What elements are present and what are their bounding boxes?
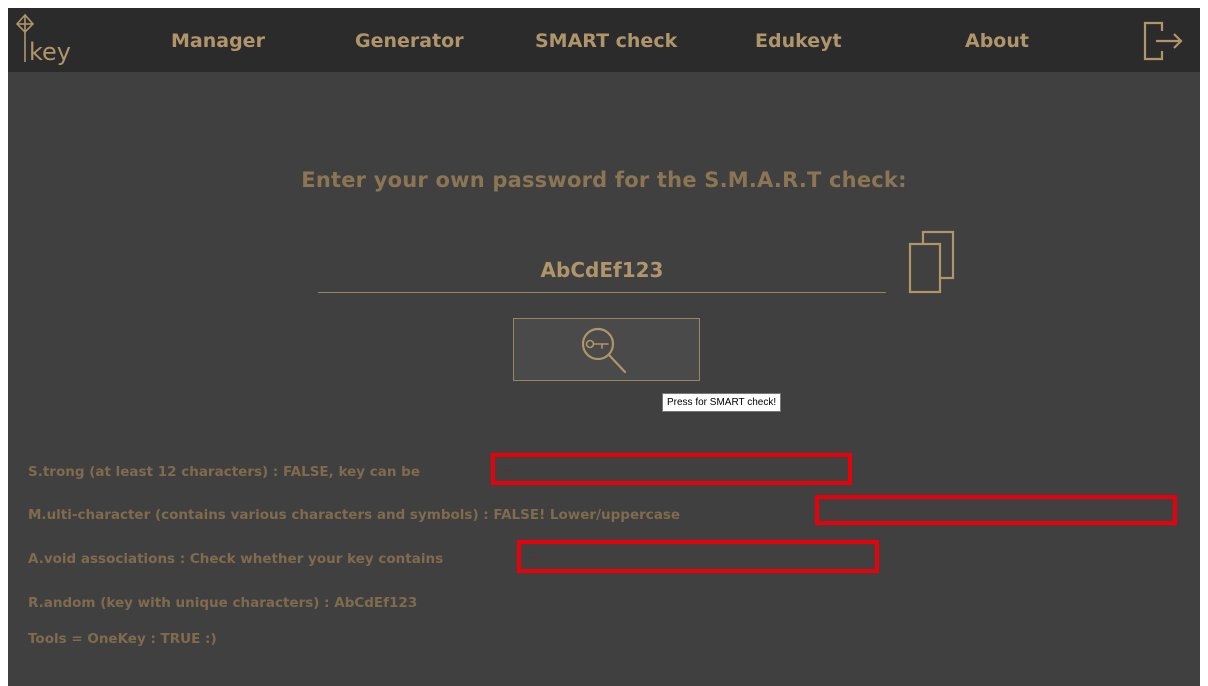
result-random: R.andom (key with unique characters) : A… — [28, 595, 418, 611]
result-avoid-associations: A.void associations : Check whether your… — [28, 551, 444, 567]
redacted-box: ... — [517, 540, 879, 573]
result-strong: S.trong (at least 12 characters) : FALSE… — [28, 464, 420, 480]
password-input[interactable]: AbCdEf123 — [318, 252, 886, 293]
redacted-placeholder: ... — [827, 505, 837, 516]
result-tools: Tools = OneKey : TRUE :) — [28, 631, 217, 647]
nav-smart-check[interactable]: SMART check — [535, 30, 677, 52]
key-logo-icon[interactable]: key — [12, 10, 92, 70]
redacted-box: ... — [815, 495, 1177, 525]
redacted-box: ... — [491, 453, 852, 485]
nav-manager[interactable]: Manager — [171, 30, 265, 52]
logout-icon[interactable] — [1142, 20, 1188, 62]
password-prompt: Enter your own password for the S.M.A.R.… — [301, 168, 907, 192]
nav-about[interactable]: About — [965, 30, 1029, 52]
redacted-placeholder: ... — [503, 463, 513, 474]
app-window: key Manager Generator SMART check Edukey… — [8, 8, 1200, 686]
redacted-placeholder: ... — [529, 550, 539, 561]
smart-check-button[interactable] — [513, 318, 700, 381]
magnifier-key-icon — [581, 327, 627, 374]
navbar: key Manager Generator SMART check Edukey… — [8, 8, 1200, 72]
nav-edukeyt[interactable]: Edukeyt — [755, 30, 842, 52]
copy-icon[interactable] — [906, 230, 958, 294]
logo-text: key — [29, 38, 71, 66]
nav-generator[interactable]: Generator — [355, 30, 464, 52]
result-multi-character: M.ulti-character (contains various chara… — [28, 507, 681, 523]
smart-check-tooltip: Press for SMART check! — [662, 393, 782, 412]
